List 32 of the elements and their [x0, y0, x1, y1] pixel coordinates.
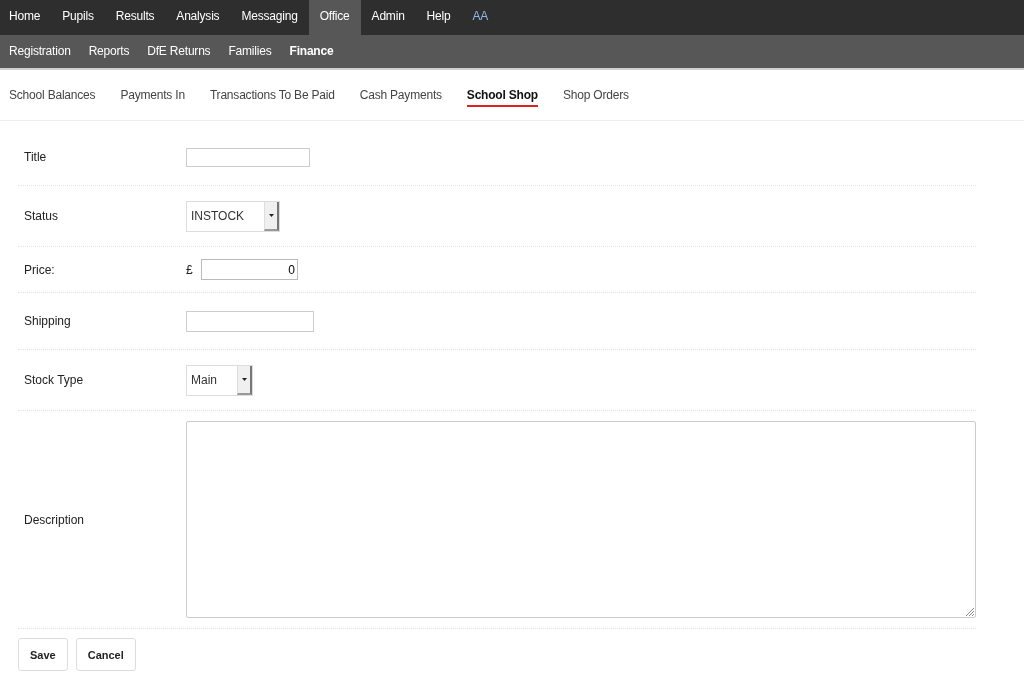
tab[interactable]: Shop Orders	[562, 88, 629, 107]
sub-nav-item[interactable]: Finance	[280, 35, 343, 68]
form-button[interactable]: Save	[18, 638, 68, 671]
field-label: Shipping	[24, 314, 72, 328]
dropdown[interactable]: INSTOCK	[186, 200, 281, 232]
tab[interactable]: School Shop	[466, 88, 538, 107]
top-nav-item[interactable]: Help	[415, 0, 462, 35]
currency-symbol: £	[186, 262, 194, 277]
sub-nav-item[interactable]: Registration	[0, 35, 80, 68]
sub-nav-item[interactable]: Families	[219, 35, 281, 68]
top-nav-item[interactable]: Admin	[360, 0, 416, 35]
tab[interactable]: Transactions To Be Paid	[209, 88, 335, 107]
top-nav-item[interactable]: Results	[104, 0, 166, 35]
top-nav-item[interactable]: Home	[0, 0, 52, 35]
price-field[interactable]: 0	[201, 259, 298, 280]
field-label: Title	[24, 150, 48, 164]
form-button[interactable]: Cancel	[75, 638, 136, 671]
dropdown[interactable]: Main	[186, 364, 253, 396]
top-nav-item[interactable]: Pupils	[51, 0, 105, 35]
field-label: Status	[24, 209, 60, 223]
user-initials-link[interactable]: AA	[461, 0, 500, 35]
top-nav-item[interactable]: Office	[308, 0, 361, 35]
sub-nav-item[interactable]: Reports	[79, 35, 139, 68]
tab[interactable]: Cash Payments	[359, 88, 442, 107]
top-nav-item[interactable]: Analysis	[165, 0, 231, 35]
sub-nav-item[interactable]: DfE Returns	[138, 35, 220, 68]
field-label: Stock Type	[24, 373, 85, 387]
tab[interactable]: School Balances	[9, 88, 96, 107]
field-label: Description	[24, 512, 86, 527]
tab[interactable]: Payments In	[120, 88, 185, 107]
field-label: Price:	[24, 262, 56, 277]
top-nav-item[interactable]: Messaging	[230, 0, 309, 35]
